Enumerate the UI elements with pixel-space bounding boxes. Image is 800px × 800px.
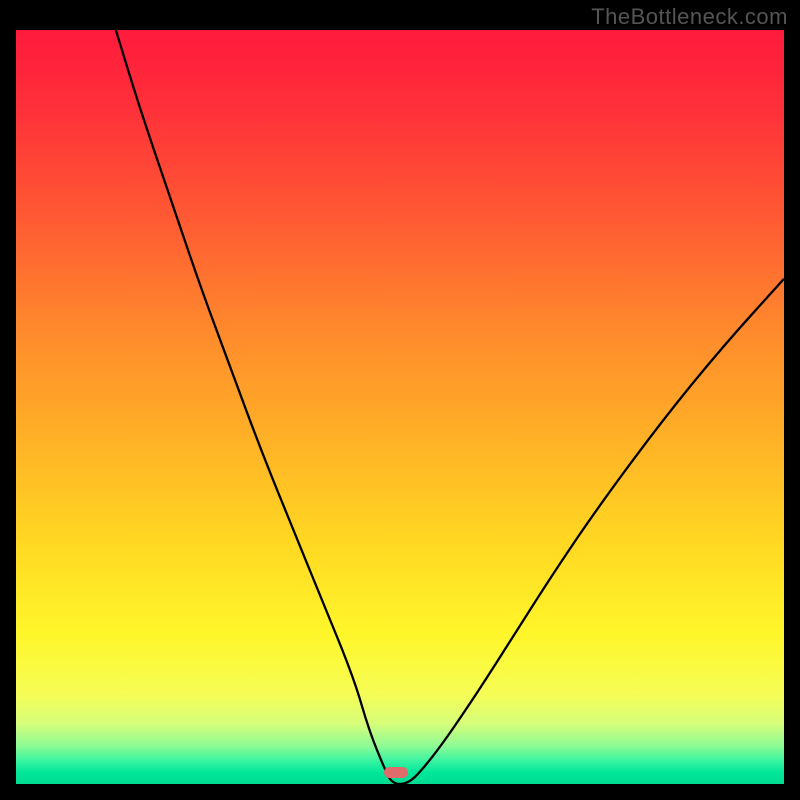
watermark-text: TheBottleneck.com (591, 4, 788, 30)
optimal-marker (384, 767, 408, 778)
plot-area (16, 30, 784, 784)
bottleneck-curve (16, 30, 784, 784)
curve-path (116, 30, 784, 784)
chart-frame: TheBottleneck.com (0, 0, 800, 800)
